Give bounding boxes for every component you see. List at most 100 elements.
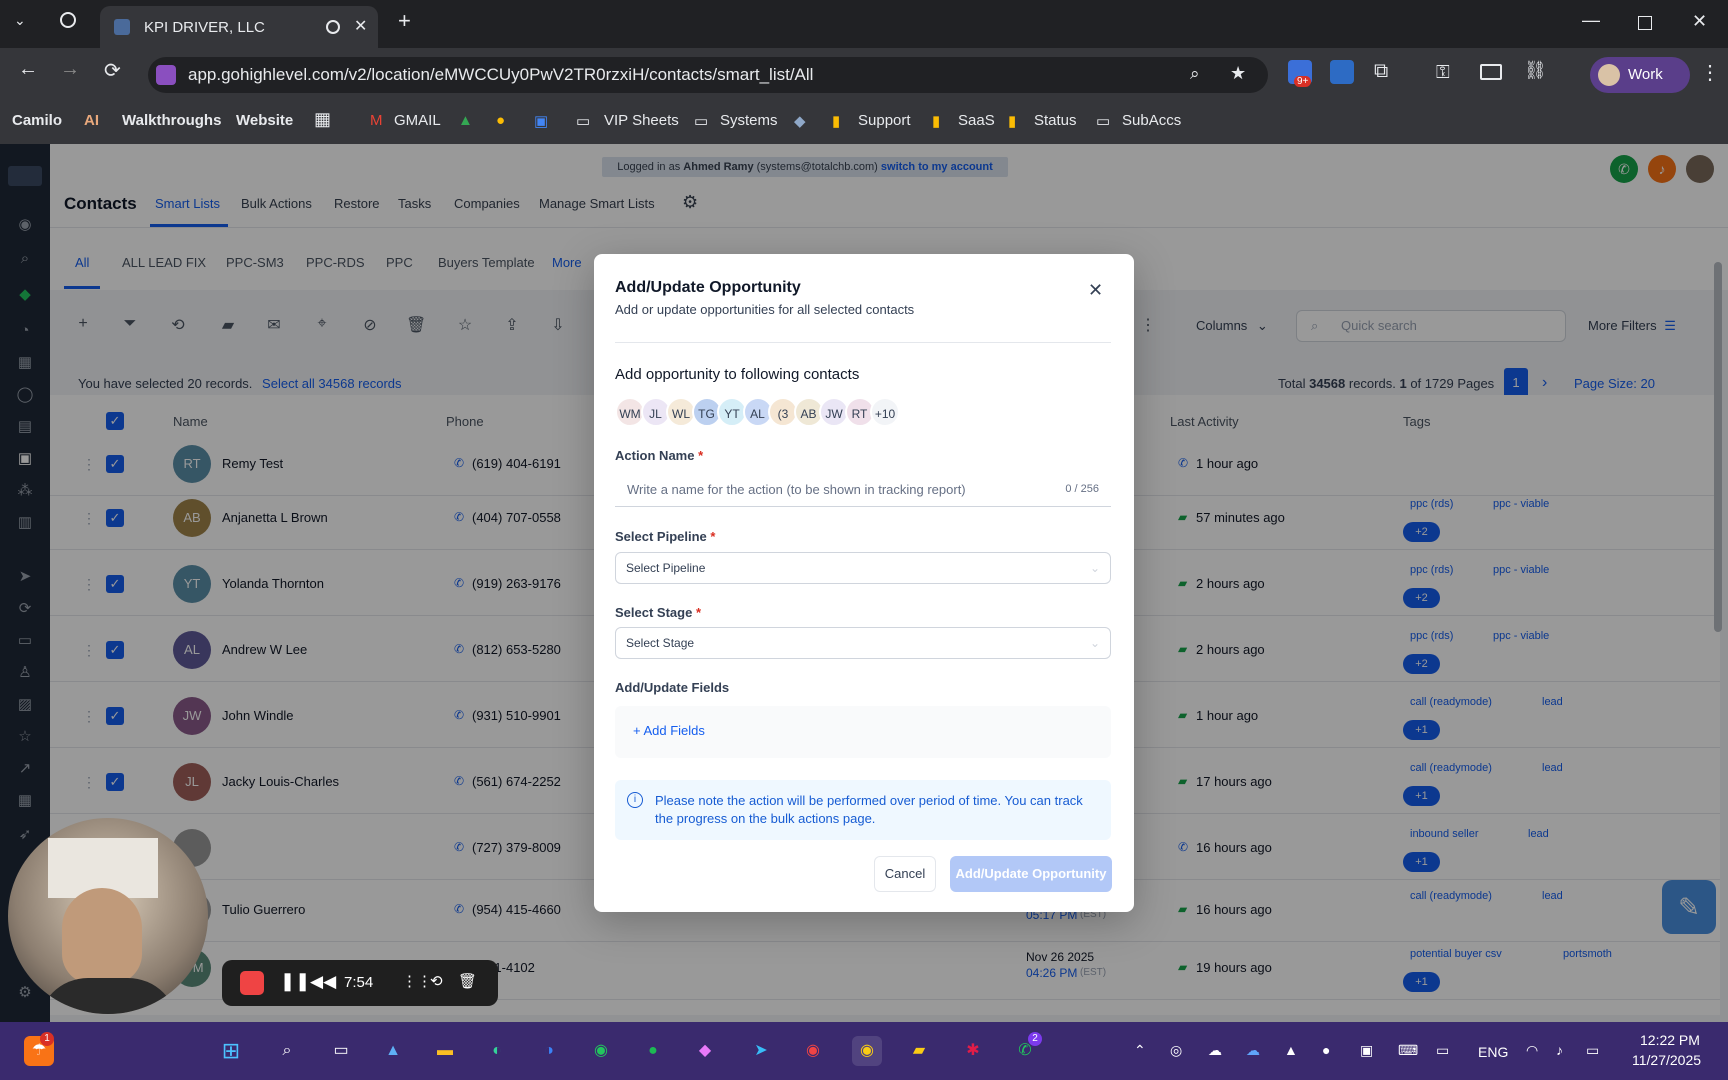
tab-close-icon[interactable]: ✕	[354, 16, 367, 36]
modal-divider	[615, 342, 1111, 343]
pipeline-label: Select Pipeline *	[615, 529, 715, 544]
forward-icon[interactable]: →	[60, 58, 80, 81]
recording-timer: 7:54	[344, 974, 374, 991]
onedrive-business-icon[interactable]: ☁	[1246, 1042, 1260, 1059]
keyboard-icon[interactable]: ⌨	[1398, 1042, 1418, 1059]
wifi-icon[interactable]: ◠	[1526, 1042, 1538, 1059]
chrome-active-icon[interactable]: ◉	[852, 1036, 882, 1066]
tray-chevron-icon[interactable]: ⌃	[1134, 1042, 1146, 1059]
window-close-icon[interactable]: ✕	[1692, 11, 1707, 32]
password-icon[interactable]: ⚿	[1436, 62, 1450, 83]
grid-icon[interactable]: ⋮⋮	[402, 972, 432, 990]
address-bar[interactable]: app.gohighlevel.com/v2/location/eMWCCUy0…	[148, 57, 1268, 93]
char-counter: 0 / 256	[1065, 483, 1099, 495]
card-icon[interactable]	[1480, 64, 1502, 80]
tablet-icon[interactable]: ▭	[1436, 1042, 1449, 1059]
bookmark-support[interactable]: Support	[858, 112, 911, 129]
bookmark-subaccs[interactable]: SubAccs	[1122, 112, 1181, 129]
record-indicator-icon	[60, 12, 76, 28]
microphone-icon[interactable]: ●	[1322, 1042, 1330, 1058]
photos-icon[interactable]: ●	[496, 112, 505, 129]
profile-button[interactable]: Work	[1590, 57, 1690, 93]
chevron-down-icon: ⌄	[1089, 636, 1100, 650]
rewind-icon[interactable]: ◀◀	[310, 972, 336, 992]
clock-time[interactable]: 12:22 PM	[1640, 1032, 1700, 1048]
back-icon[interactable]: ←	[18, 58, 38, 81]
bookmark-walkthroughs[interactable]: Walkthroughs	[122, 112, 221, 129]
bookmark-systems[interactable]: Systems	[720, 112, 778, 129]
chart-icon: ▮	[932, 113, 941, 130]
restart-icon[interactable]: ⟲	[430, 972, 443, 990]
language-indicator[interactable]: ENG	[1478, 1044, 1508, 1060]
bookmark-status[interactable]: Status	[1034, 112, 1077, 129]
bookmark-gmail[interactable]: GMAIL	[394, 112, 441, 129]
close-icon[interactable]: ✕	[1088, 280, 1103, 301]
stop-recording-icon[interactable]	[240, 971, 264, 995]
chrome-icon[interactable]: ◉	[586, 1036, 616, 1066]
edge-icon[interactable]: ◐	[482, 1036, 512, 1066]
spotify-icon[interactable]: ●	[638, 1036, 668, 1066]
drive-icon[interactable]: ▲	[458, 112, 473, 129]
telegram-icon[interactable]: ➤	[746, 1036, 776, 1066]
gmail-icon: M	[370, 112, 383, 129]
bookmark-website[interactable]: Website	[236, 112, 293, 129]
tray-app-icon[interactable]: ◎	[1170, 1042, 1182, 1059]
m365-icon[interactable]: ◆	[690, 1036, 720, 1066]
whatsapp-badge: 2	[1028, 1032, 1042, 1046]
onedrive-icon[interactable]: ☁	[1208, 1042, 1222, 1059]
bookmark-saas[interactable]: SaaS	[958, 112, 995, 129]
action-name-label: Action Name *	[615, 448, 703, 463]
pipeline-label-text: Select Pipeline	[615, 529, 707, 544]
cancel-button[interactable]: Cancel	[874, 856, 936, 892]
file-explorer-icon[interactable]: ▬	[430, 1036, 460, 1066]
tab-list-icon[interactable]: ⌄	[14, 12, 26, 29]
chart-icon: ▮	[1008, 113, 1017, 130]
favicon-icon	[114, 19, 130, 35]
folder-icon: ▭	[576, 113, 591, 130]
action-name-label-text: Action Name	[615, 448, 695, 463]
minimize-icon[interactable]: —	[1582, 10, 1600, 31]
action-name-input[interactable]: Write a name for the action (to be shown…	[615, 473, 1111, 507]
puzzle-icon[interactable]: ⧉	[1374, 60, 1388, 83]
bookmark-camilo[interactable]: Camilo	[12, 112, 62, 129]
drive-tray-icon[interactable]: ▲	[1284, 1042, 1298, 1058]
menu-icon[interactable]: ⋮	[1700, 60, 1720, 85]
volume-icon[interactable]: ♪	[1556, 1042, 1563, 1058]
kpi-logo-icon[interactable]: ◆	[794, 112, 806, 130]
search-icon[interactable]: ⌕	[272, 1036, 302, 1066]
calendar-icon[interactable]: ▣	[534, 112, 548, 130]
pause-icon[interactable]: ❚❚	[280, 971, 310, 992]
clock-date[interactable]: 11/27/2025	[1632, 1052, 1701, 1068]
browser-tab-active[interactable]: KPI DRIVER, LLC ✕	[100, 6, 378, 48]
site-info-icon[interactable]	[156, 65, 176, 85]
stage-select[interactable]: Select Stage ⌄	[615, 627, 1111, 659]
add-fields-button[interactable]: + Add Fields	[633, 723, 705, 738]
sticky-notes-icon[interactable]: ▰	[904, 1036, 934, 1066]
screen-extension-icon[interactable]	[1330, 60, 1354, 84]
webcam-overlay	[8, 818, 208, 1014]
trash-icon[interactable]: 🗑	[458, 972, 477, 990]
task-view-icon[interactable]: ▭	[326, 1036, 356, 1066]
bookmark-vip-sheets[interactable]: VIP Sheets	[604, 112, 679, 129]
photos-icon[interactable]: ▲	[378, 1036, 408, 1066]
chrome-profile-icon[interactable]: ◉	[798, 1036, 828, 1066]
add-update-opportunity-button[interactable]: Add/Update Opportunity	[950, 856, 1112, 892]
edge-dev-icon[interactable]: ◑	[534, 1036, 564, 1066]
link-icon[interactable]: ⛓	[1524, 60, 1547, 81]
new-tab-icon[interactable]: +	[398, 8, 411, 34]
avatar	[1598, 64, 1620, 86]
widgets-badge: 1	[40, 1032, 54, 1046]
start-icon[interactable]: ⊞	[216, 1036, 246, 1066]
tray-app2-icon[interactable]: ▣	[1360, 1042, 1373, 1059]
reload-icon[interactable]: ⟳	[104, 58, 121, 83]
pipeline-select[interactable]: Select Pipeline ⌄	[615, 552, 1111, 584]
zoom-icon[interactable]: ⌕	[1190, 64, 1200, 84]
restore-icon[interactable]	[1638, 16, 1652, 30]
fields-label: Add/Update Fields	[615, 680, 730, 695]
battery-icon[interactable]: ▭	[1586, 1042, 1599, 1059]
slack-icon[interactable]: ✱	[958, 1036, 988, 1066]
bookmark-ai[interactable]: AI	[84, 112, 99, 129]
apps-grid-icon[interactable]: ▦	[314, 109, 331, 130]
required-marker: *	[698, 448, 704, 463]
bookmark-star-icon[interactable]: ★	[1230, 63, 1246, 84]
